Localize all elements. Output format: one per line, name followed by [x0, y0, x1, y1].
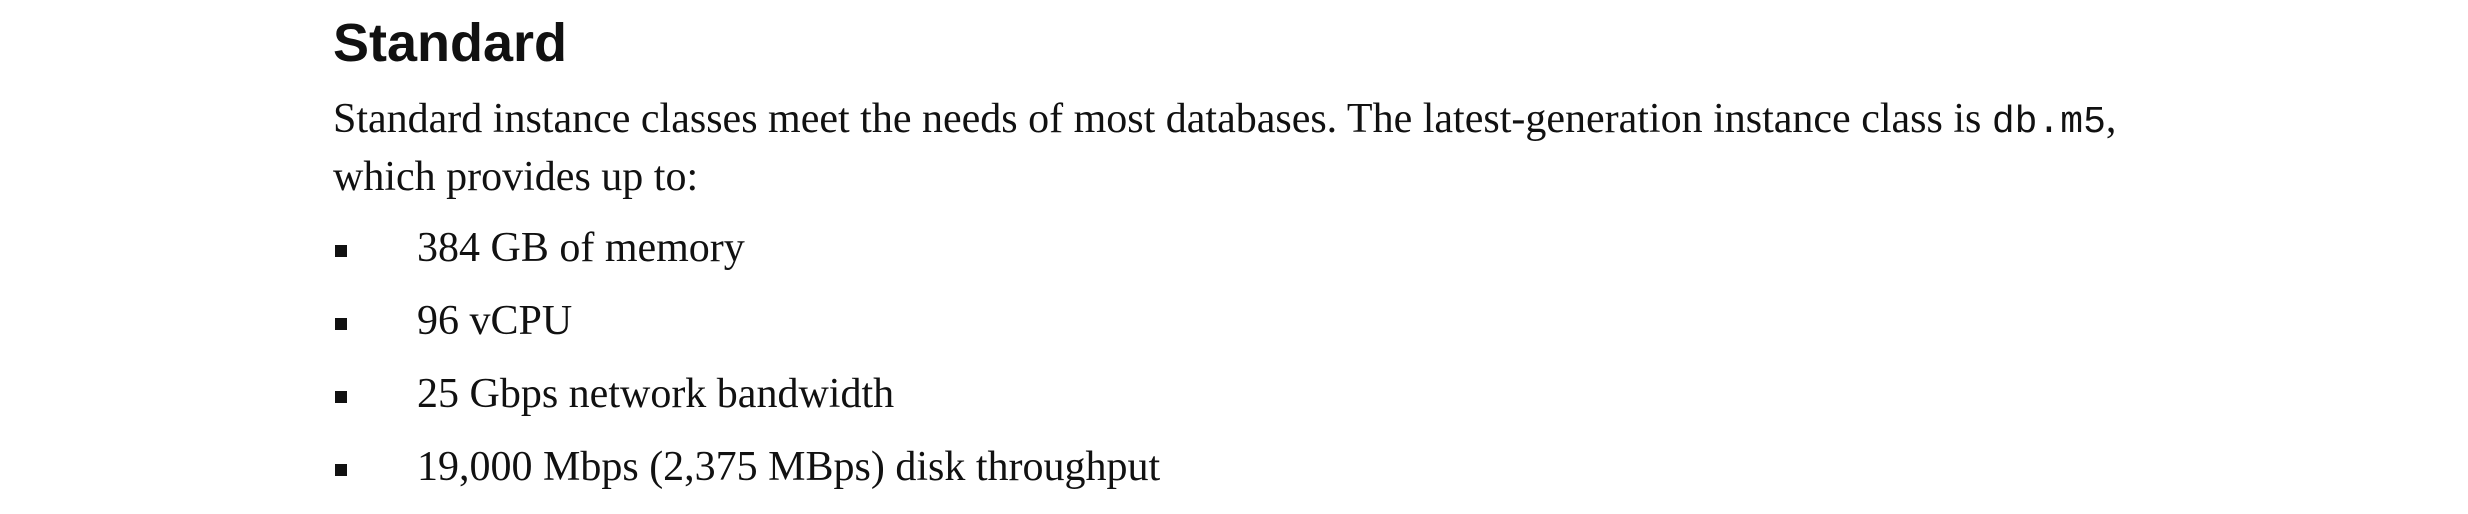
list-item-text: 25 Gbps network bandwidth	[417, 371, 895, 417]
document-page: Standard Standard instance classes meet …	[333, 0, 2183, 513]
intro-text: Standard instance classes meet the needs…	[333, 96, 1992, 142]
list-item-text: 19,000 Mbps (2,375 MBps) disk throughput	[417, 444, 1161, 490]
list-item-text: 384 GB of memory	[417, 225, 745, 271]
square-bullet-icon	[335, 391, 347, 403]
list-item: 96 vCPU	[333, 294, 2183, 349]
square-bullet-icon	[335, 464, 347, 476]
square-bullet-icon	[335, 245, 347, 257]
section-heading: Standard	[333, 13, 568, 73]
intro-paragraph: Standard instance classes meet the needs…	[333, 92, 2183, 205]
list-item: 25 Gbps network bandwidth	[333, 367, 2183, 422]
square-bullet-icon	[335, 318, 347, 330]
instance-class-code: db.m5	[1991, 101, 2106, 144]
spec-list: 384 GB of memory 96 vCPU 25 Gbps network…	[333, 221, 2183, 495]
list-item: 384 GB of memory	[333, 221, 2183, 276]
list-item-text: 96 vCPU	[417, 298, 573, 344]
list-item: 19,000 Mbps (2,375 MBps) disk throughput	[333, 440, 2183, 495]
